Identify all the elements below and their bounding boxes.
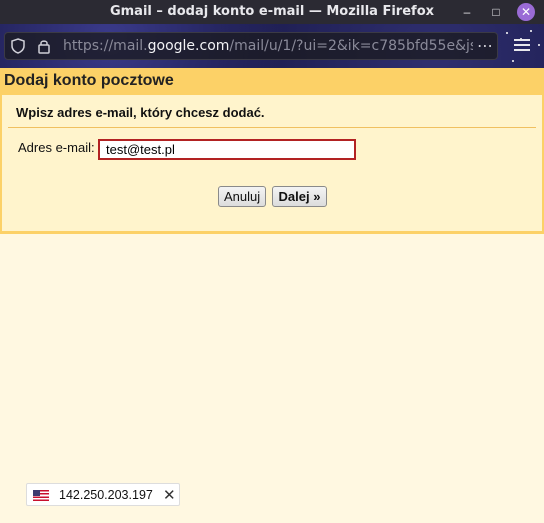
- lock-icon[interactable]: [37, 38, 51, 57]
- next-button[interactable]: Dalej »: [272, 186, 327, 207]
- toolbar-star-decoration: [512, 60, 514, 62]
- browser-toolbar: https://mail.google.com/mail/u/1/?ui=2&i…: [0, 24, 544, 68]
- email-field[interactable]: test@test.pl: [98, 139, 356, 160]
- us-flag-icon: [33, 490, 49, 501]
- close-icon[interactable]: ✕: [163, 486, 176, 504]
- ip-address: 142.250.203.197: [59, 488, 153, 502]
- url-text[interactable]: https://mail.google.com/mail/u/1/?ui=2&i…: [63, 38, 473, 54]
- hamburger-menu-icon[interactable]: [514, 36, 530, 56]
- divider: [8, 127, 536, 128]
- window-titlebar: Gmail – dodaj konto e-mail — Mozilla Fir…: [0, 0, 544, 24]
- shield-icon[interactable]: [11, 38, 25, 57]
- minimize-button[interactable]: –: [458, 3, 476, 21]
- ip-badge: 142.250.203.197 ✕: [26, 483, 180, 506]
- address-bar[interactable]: https://mail.google.com/mail/u/1/?ui=2&i…: [4, 32, 498, 60]
- maximize-button[interactable]: □: [487, 3, 505, 21]
- url-prefix: https://mail.: [63, 38, 148, 54]
- cancel-button[interactable]: Anuluj: [218, 186, 266, 207]
- instruction-text: Wpisz adres e-mail, który chcesz dodać.: [16, 105, 265, 120]
- toolbar-star-decoration: [506, 32, 508, 34]
- dialog-body: Wpisz adres e-mail, który chcesz dodać. …: [0, 95, 544, 234]
- dialog-header: Dodaj konto pocztowe: [0, 68, 544, 95]
- page-actions-more-icon[interactable]: ⋯: [477, 36, 493, 56]
- email-label: Adres e-mail:: [18, 140, 95, 155]
- close-window-button[interactable]: ✕: [517, 3, 535, 21]
- url-path: /mail/u/1/?ui=2&ik=c785bfd55e&jsver=1: [229, 38, 473, 54]
- toolbar-star-decoration: [538, 44, 540, 46]
- toolbar-star-decoration: [530, 30, 532, 32]
- url-domain: google.com: [147, 38, 230, 54]
- dialog-title: Dodaj konto pocztowe: [4, 72, 174, 89]
